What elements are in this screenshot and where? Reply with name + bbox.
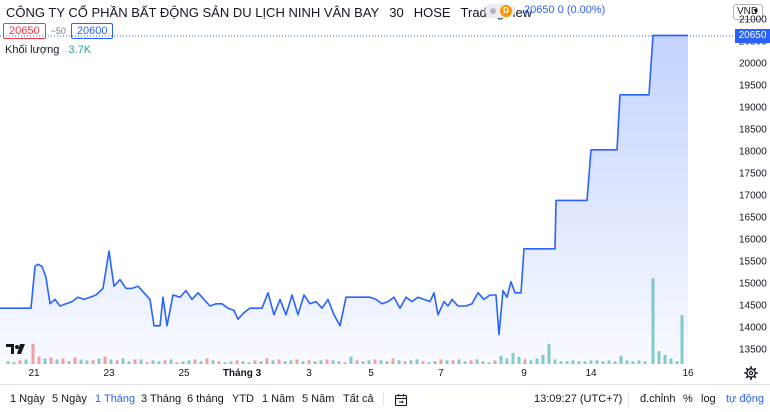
range-ytd-button[interactable]: YTD <box>232 393 254 405</box>
percent-scale-toggle[interactable]: % <box>683 393 693 405</box>
clock-timezone-button[interactable]: 13:09:27 (UTC+7) <box>534 393 622 405</box>
range-5d-button[interactable]: 5 Ngày <box>52 393 87 405</box>
price-tick: 17000 <box>739 190 767 202</box>
price-tick: 15500 <box>739 256 767 268</box>
price-chart[interactable] <box>0 0 734 365</box>
adjust-toggle[interactable]: đ.chỉnh <box>640 393 675 405</box>
time-tick: 3 <box>306 368 312 379</box>
price-tick: 18500 <box>739 124 767 136</box>
auto-scale-toggle[interactable]: tự động <box>726 393 764 405</box>
range-5y-button[interactable]: 5 Năm <box>302 393 334 405</box>
divider <box>383 392 384 406</box>
time-tick: 7 <box>438 368 444 379</box>
current-price-tag: 20650 <box>735 29 770 43</box>
price-tick: 17500 <box>739 168 767 180</box>
log-scale-toggle[interactable]: log <box>701 393 716 405</box>
price-tick: 18000 <box>739 146 767 158</box>
price-tick: 13500 <box>739 344 767 356</box>
price-tick: 16500 <box>739 212 767 224</box>
gear-icon[interactable] <box>744 366 758 380</box>
range-6m-button[interactable]: 6 tháng <box>187 393 224 405</box>
time-tick: 25 <box>178 368 190 379</box>
calendar-range-icon[interactable] <box>394 393 408 407</box>
price-tick: 21000 <box>739 14 767 26</box>
price-tick: 19500 <box>739 80 767 92</box>
time-axis[interactable]: 21 23 25 Tháng 3 3 5 7 9 14 16 <box>0 364 734 384</box>
time-tick: 16 <box>682 368 694 379</box>
range-1m-button[interactable]: 1 Tháng <box>95 393 135 405</box>
price-tick: 19000 <box>739 102 767 114</box>
time-tick-month: Tháng 3 <box>222 368 262 379</box>
tradingview-logo-icon[interactable] <box>6 342 26 356</box>
price-tick: 16000 <box>739 234 767 246</box>
range-3m-button[interactable]: 3 Tháng <box>141 393 181 405</box>
time-tick: 9 <box>521 368 527 379</box>
price-tick: 15000 <box>739 278 767 290</box>
range-all-button[interactable]: Tất cả <box>343 393 374 405</box>
time-tick: 21 <box>28 368 40 379</box>
range-1y-button[interactable]: 1 Năm <box>262 393 294 405</box>
time-tick: 23 <box>103 368 115 379</box>
price-tick: 14000 <box>739 322 767 334</box>
price-tick: 14500 <box>739 300 767 312</box>
price-tick: 20000 <box>739 58 767 70</box>
price-scale[interactable]: 21000 20500 20000 19500 19000 18500 1800… <box>734 0 770 365</box>
divider <box>628 392 629 406</box>
time-tick: 5 <box>368 368 374 379</box>
range-1d-button[interactable]: 1 Ngày <box>10 393 45 405</box>
time-tick: 14 <box>585 368 597 379</box>
range-toolbar: 1 Ngày 5 Ngày 1 Tháng 3 Tháng 6 tháng YT… <box>0 384 770 412</box>
